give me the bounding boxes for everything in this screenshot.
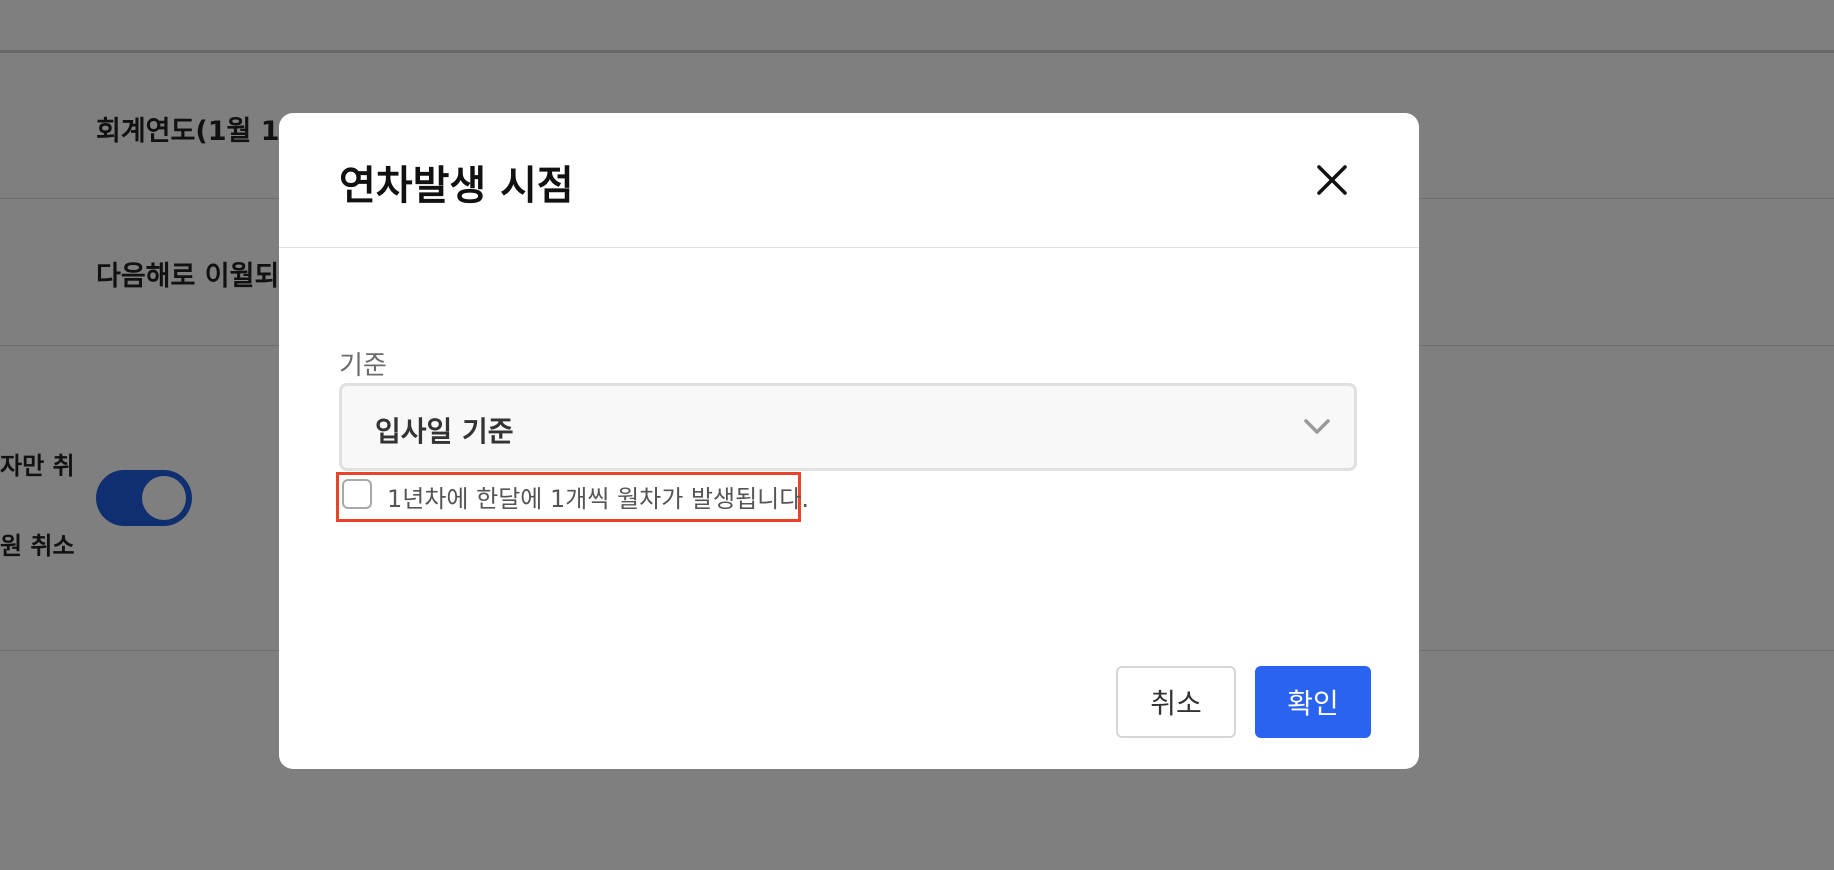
modal-title: 연차발생 시점 <box>339 163 574 209</box>
monthly-leave-checkbox[interactable] <box>342 479 372 509</box>
cancel-button[interactable]: 취소 <box>1116 666 1236 738</box>
leave-accrual-modal: 연차발생 시점 기준 입사일 기준 1년차에 한달에 1개씩 월차가 발생됩니다… <box>279 113 1419 769</box>
basis-select-value: 입사일 기준 <box>375 415 514 448</box>
chevron-down-icon <box>1304 419 1330 434</box>
basis-field-label: 기준 <box>339 351 387 381</box>
confirm-button[interactable]: 확인 <box>1255 666 1371 738</box>
close-icon <box>1317 165 1347 195</box>
modal-header: 연차발생 시점 <box>279 113 1419 248</box>
close-button[interactable] <box>1309 157 1355 203</box>
basis-select[interactable]: 입사일 기준 <box>339 383 1357 471</box>
monthly-leave-checkbox-label[interactable]: 1년차에 한달에 1개씩 월차가 발생됩니다. <box>387 479 809 514</box>
